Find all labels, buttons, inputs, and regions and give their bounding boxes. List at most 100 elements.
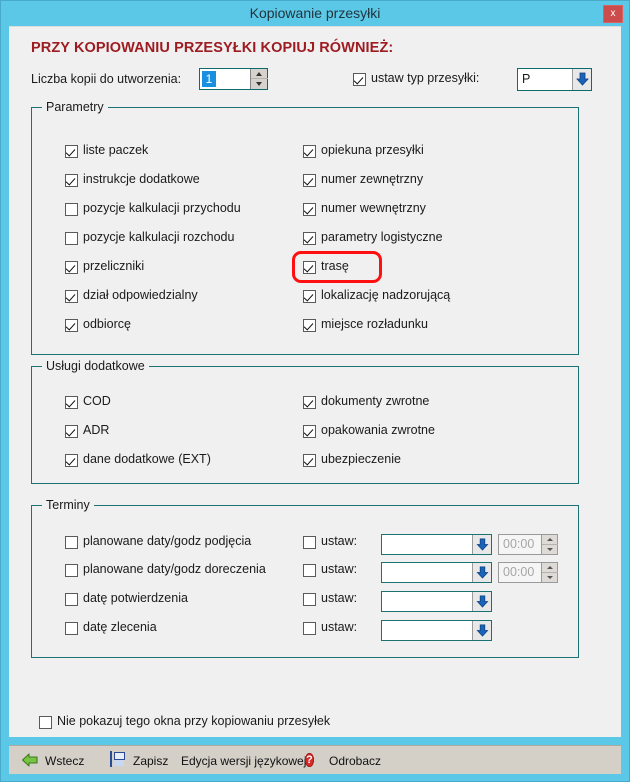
checkbox-box[interactable] — [65, 232, 78, 245]
checkbox-label: numer zewnętrzny — [321, 172, 424, 186]
checkbox-box[interactable] — [65, 396, 78, 409]
checkbox-box[interactable] — [303, 454, 316, 467]
checkbox-label: miejsce rozładunku — [321, 317, 428, 331]
date-input-potwierdzenia[interactable] — [381, 591, 492, 612]
checkbox-box[interactable] — [303, 145, 316, 158]
help-question-icon: ? — [305, 752, 314, 767]
time-spinner-up[interactable] — [542, 563, 558, 573]
checkbox-box[interactable] — [303, 622, 316, 635]
checkbox-box[interactable] — [303, 396, 316, 409]
checkbox-label: przeliczniki — [83, 259, 145, 273]
checkbox-label: opakowania zwrotne — [321, 423, 435, 437]
chevron-up-icon — [547, 538, 553, 541]
date-picker-button[interactable] — [472, 563, 491, 582]
checkbox-box[interactable] — [65, 425, 78, 438]
page-title: PRZY KOPIOWANIU PRZESYŁKI KOPIUJ RÓWNIEŻ… — [31, 40, 394, 56]
time-spinner-down[interactable] — [542, 573, 558, 583]
time-spinner[interactable] — [541, 535, 558, 555]
checkbox-label: planowane daty/godz doreczenia — [83, 562, 266, 576]
checkbox-label: ubezpieczenie — [321, 452, 401, 466]
back-arrow-icon — [21, 752, 39, 770]
set-type-checkbox[interactable] — [353, 73, 366, 86]
window-title: Kopiowanie przesyłki — [249, 5, 381, 21]
spinner-up-button[interactable] — [251, 69, 268, 79]
checkbox-box[interactable] — [65, 622, 78, 635]
copies-stepper[interactable]: 1 — [199, 68, 268, 90]
checkbox-box[interactable] — [303, 261, 316, 274]
checkbox-box[interactable] — [303, 232, 316, 245]
checkbox-label: COD — [83, 394, 111, 408]
checkbox-label: ustaw: — [321, 591, 358, 605]
dropdown-arrow-icon — [476, 624, 489, 637]
date-picker-button[interactable] — [472, 535, 491, 554]
dialog-window: Kopiowanie przesyłki x PRZY KOPIOWANIU P… — [0, 0, 630, 782]
checkbox-box[interactable] — [303, 319, 316, 332]
bottom-toolbar: Wstecz Zapisz Edycja wersji językowej ? … — [9, 745, 621, 774]
time-input-podjecia[interactable]: 00:00 — [498, 534, 558, 555]
checkbox-box[interactable] — [65, 261, 78, 274]
close-button[interactable]: x — [603, 5, 623, 23]
checkbox-box[interactable] — [65, 454, 78, 467]
checkbox-label: datę zlecenia — [83, 620, 157, 634]
language-edit-label: Edycja wersji językowej — [181, 753, 307, 768]
terminy-group: Terminy planowane daty/godz podjęcia ust… — [31, 498, 579, 658]
save-button-label: Zapisz — [133, 753, 169, 768]
checkbox-box[interactable] — [303, 174, 316, 187]
time-spinner-down[interactable] — [542, 545, 558, 555]
combo-dropdown-button[interactable] — [572, 69, 591, 90]
time-value: 00:00 — [503, 537, 535, 551]
chevron-down-icon — [547, 547, 553, 551]
date-input-zlecenia[interactable] — [381, 620, 492, 641]
date-picker-button[interactable] — [472, 592, 491, 611]
checkbox-box[interactable] — [303, 290, 316, 303]
checkbox-box[interactable] — [65, 203, 78, 216]
dropdown-arrow-icon — [476, 595, 489, 608]
parametry-legend: Parametry — [42, 100, 108, 114]
set-type-label: ustaw typ przesyłki: — [371, 71, 480, 85]
checkbox-label: lokalizację nadzorującą — [321, 288, 451, 302]
checkbox-box[interactable] — [65, 145, 78, 158]
back-button-label: Wstecz — [45, 753, 85, 768]
checkbox-box[interactable] — [65, 593, 78, 606]
checkbox-box[interactable] — [303, 564, 316, 577]
checkbox-label: ustaw: — [321, 534, 358, 548]
checkbox-box[interactable] — [39, 716, 52, 729]
chevron-down-icon — [547, 575, 553, 579]
spinner-down-button[interactable] — [251, 79, 268, 89]
checkbox-box[interactable] — [303, 536, 316, 549]
date-input-podjecia[interactable] — [381, 534, 492, 555]
checkbox-box[interactable] — [65, 564, 78, 577]
copies-input-value[interactable]: 1 — [202, 71, 216, 87]
checkbox-label: datę potwierdzenia — [83, 591, 188, 605]
checkbox-label: dokumenty zwrotne — [321, 394, 430, 408]
time-value: 00:00 — [503, 565, 535, 579]
checkbox-label: ustaw: — [321, 620, 358, 634]
checkbox-label: instrukcje dodatkowe — [83, 172, 200, 186]
time-input-doreczenia[interactable]: 00:00 — [498, 562, 558, 583]
copies-spinner[interactable] — [250, 69, 268, 89]
checkbox-box[interactable] — [65, 174, 78, 187]
copies-label: Liczba kopii do utworzenia: — [31, 72, 182, 86]
checkbox-box[interactable] — [65, 319, 78, 332]
checkbox-label: pozycje kalkulacji przychodu — [83, 201, 241, 215]
back-button[interactable]: Wstecz — [21, 746, 84, 775]
uslugi-dodatkowe-group: Usługi dodatkowe COD ADR dane dodatkowe … — [31, 359, 579, 484]
shipment-type-value: P — [522, 72, 531, 86]
language-edit-button[interactable]: Edycja wersji językowej — [181, 746, 306, 775]
save-button[interactable]: Zapisz — [109, 746, 168, 775]
checkbox-box[interactable] — [303, 425, 316, 438]
debug-button-label: Odrobacz — [329, 753, 382, 768]
checkbox-box[interactable] — [303, 593, 316, 606]
checkbox-label: trasę — [321, 259, 349, 273]
checkbox-label: ustaw: — [321, 562, 358, 576]
time-spinner-up[interactable] — [542, 535, 558, 545]
date-picker-button[interactable] — [472, 621, 491, 640]
date-input-doreczenia[interactable] — [381, 562, 492, 583]
checkbox-box[interactable] — [303, 203, 316, 216]
checkbox-box[interactable] — [65, 290, 78, 303]
checkbox-box[interactable] — [65, 536, 78, 549]
shipment-type-combo[interactable]: P — [517, 68, 592, 91]
chevron-up-icon — [547, 566, 553, 569]
time-spinner[interactable] — [541, 563, 558, 583]
debug-button[interactable]: ? Odrobacz — [305, 746, 381, 775]
